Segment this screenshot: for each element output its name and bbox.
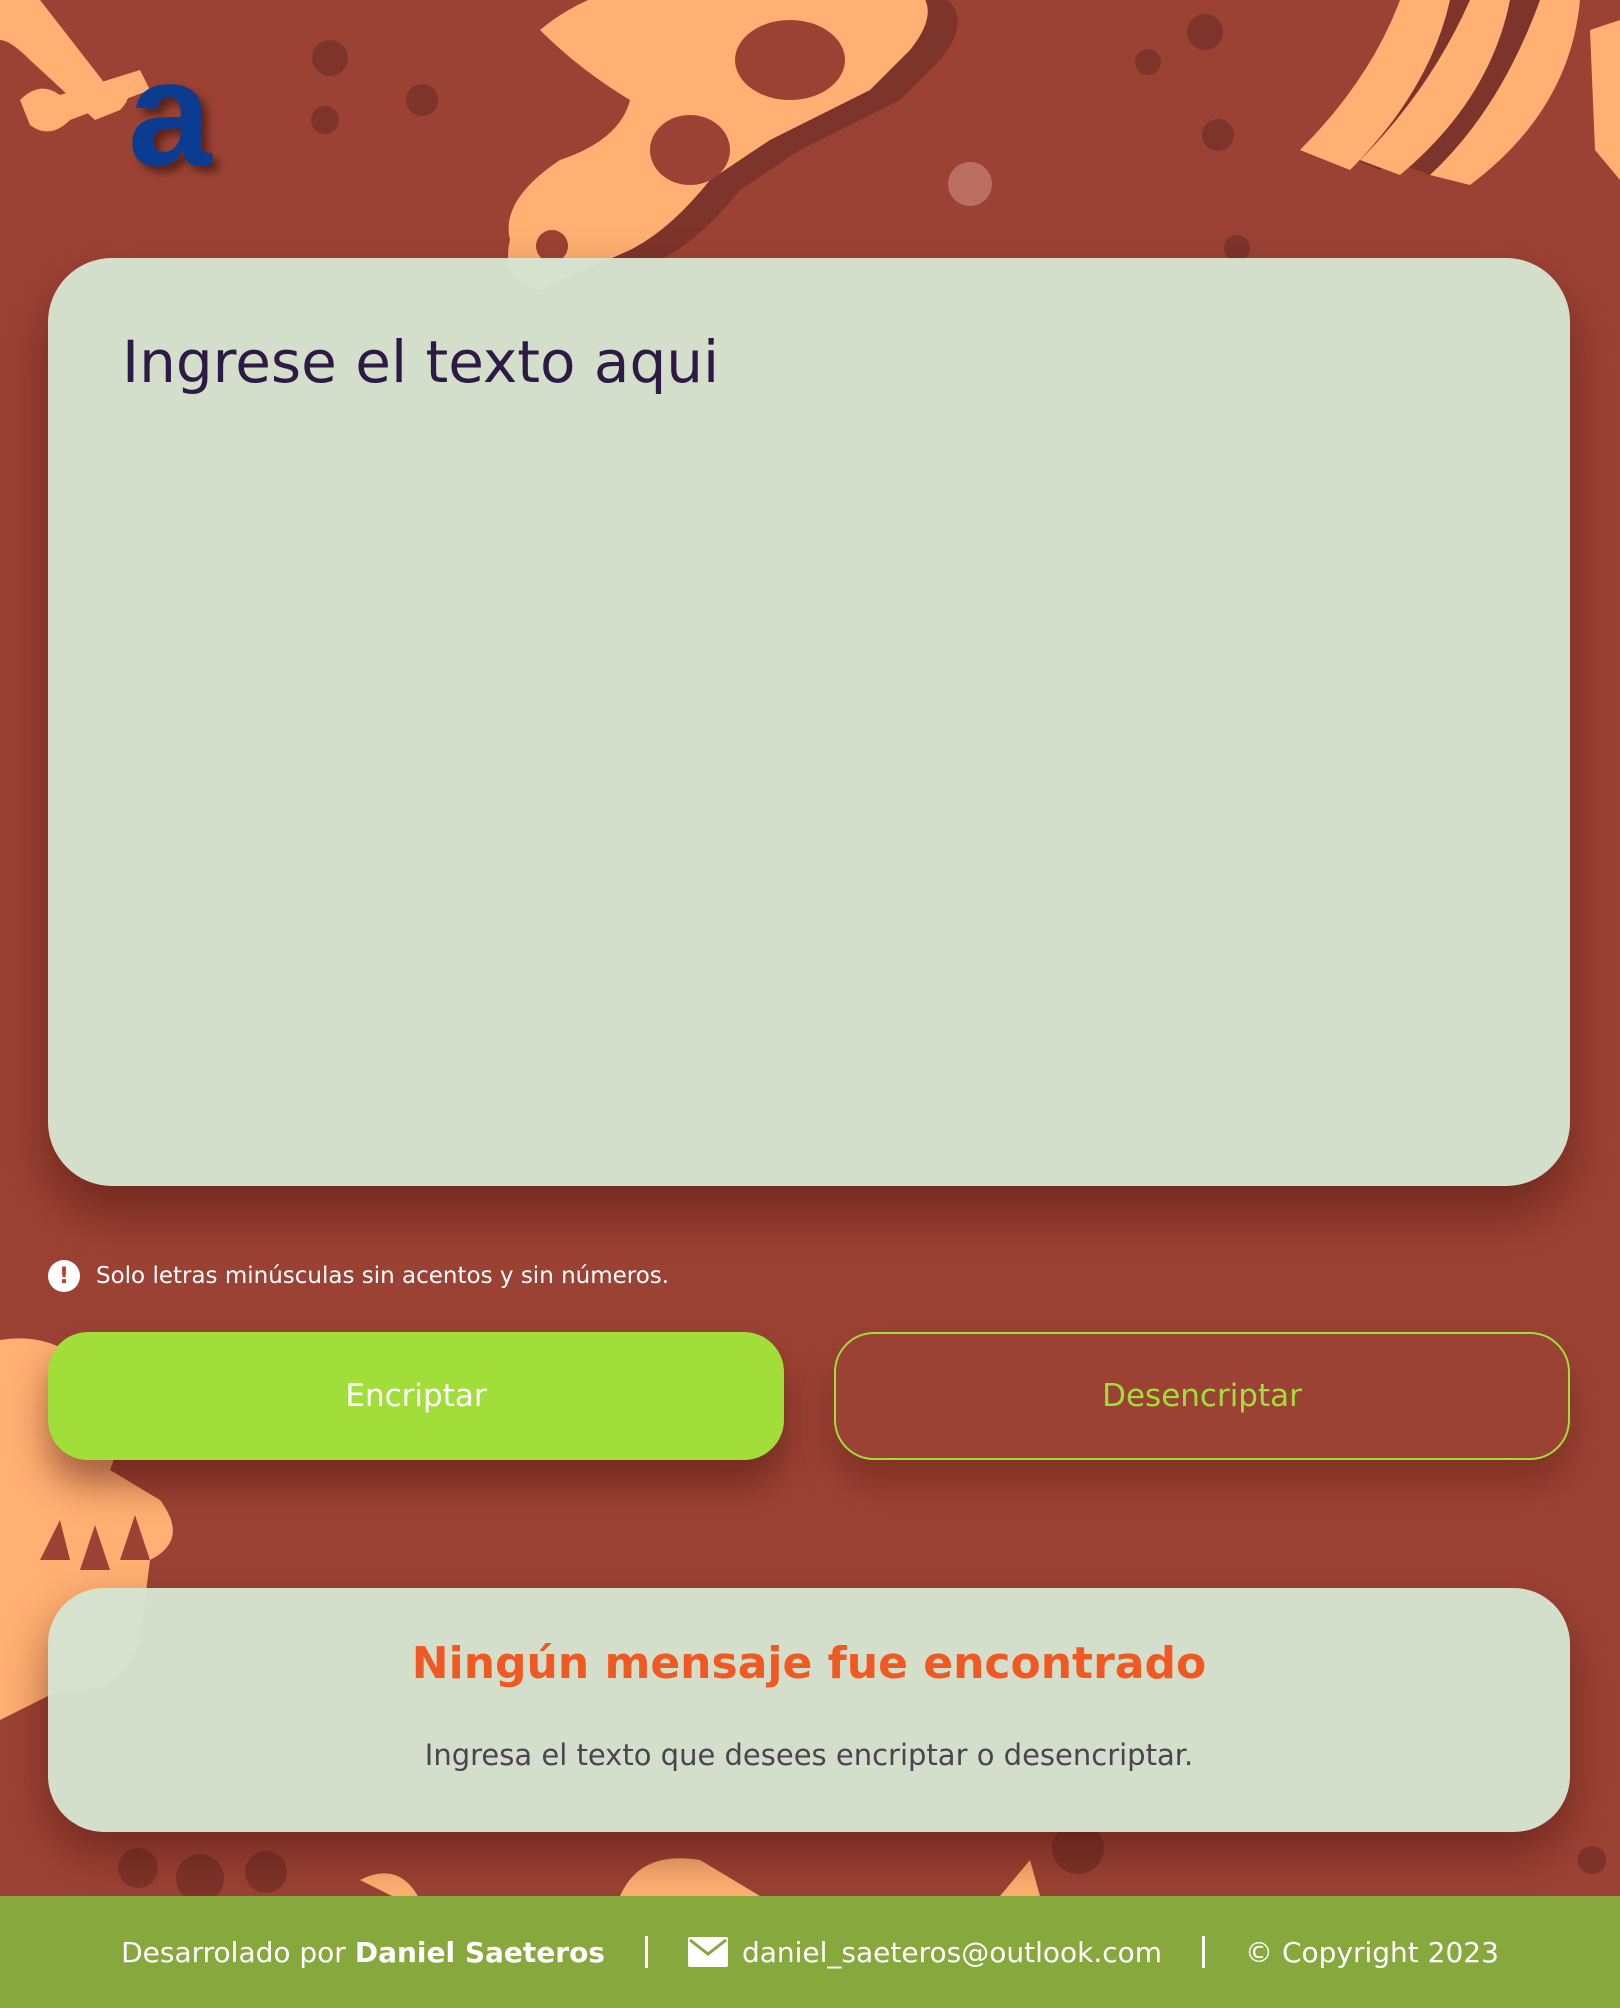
footer-email-link[interactable]: daniel_saeteros@outlook.com xyxy=(742,1936,1162,1969)
output-subtitle: Ingresa el texto que desees encriptar o … xyxy=(424,1738,1194,1772)
output-title: Ningún mensaje fue encontrado xyxy=(411,1638,1207,1689)
footer: Desarrolado por Daniel Saeteros daniel_s… xyxy=(0,1896,1620,2008)
footer-divider xyxy=(1202,1936,1206,1968)
footer-credit-prefix: Desarrolado por xyxy=(121,1935,346,1969)
brand-logo[interactable]: a xyxy=(128,38,211,188)
exclamation-icon: ! xyxy=(48,1260,80,1292)
footer-copyright: © Copyright 2023 xyxy=(1245,1935,1499,1969)
footer-divider xyxy=(644,1936,648,1968)
decrypt-button[interactable]: Desencriptar xyxy=(834,1332,1570,1460)
notice-text: Solo letras minúsculas sin acentos y sin… xyxy=(96,1263,670,1289)
encrypt-button[interactable]: Encriptar xyxy=(48,1332,784,1460)
footer-author-name: Daniel Saeteros xyxy=(354,1935,605,1969)
input-card xyxy=(48,258,1570,1186)
input-notice: ! Solo letras minúsculas sin acentos y s… xyxy=(48,1260,669,1292)
text-input[interactable] xyxy=(122,328,1492,1108)
output-card: Ningún mensaje fue encontrado Ingresa el… xyxy=(48,1588,1570,1832)
mail-icon xyxy=(687,1937,728,1967)
